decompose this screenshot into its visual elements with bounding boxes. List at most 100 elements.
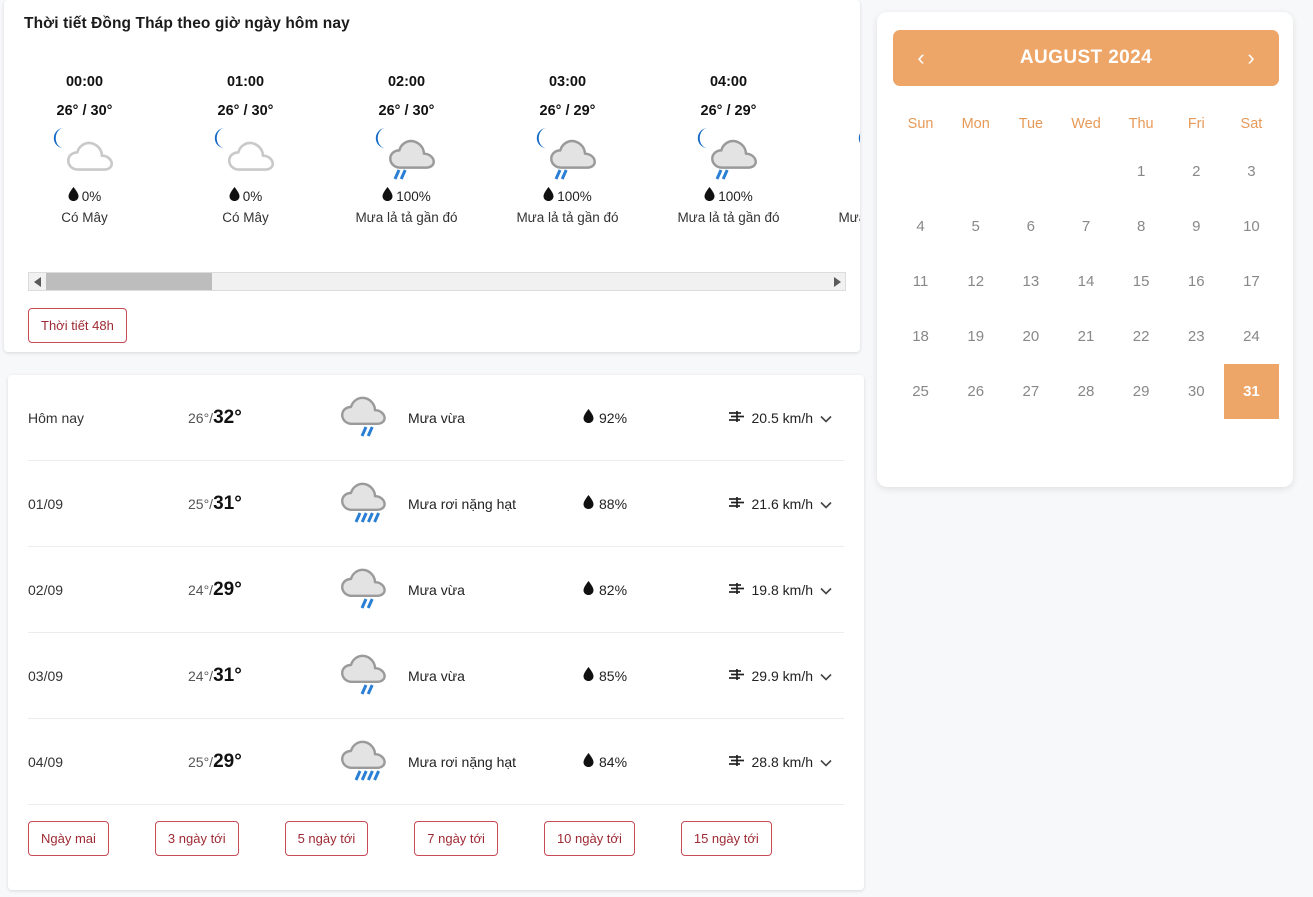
calendar-day[interactable]: 29	[1114, 364, 1169, 419]
calendar-day[interactable]: 16	[1169, 254, 1224, 309]
calendar-day[interactable]: 1	[1114, 144, 1169, 199]
daily-wind-value: 28.8 km/h	[751, 753, 813, 770]
calendar-day[interactable]: 4	[893, 199, 948, 254]
chevron-right-icon[interactable]: ›	[1239, 47, 1263, 69]
table-row[interactable]: 03/09 24°/31° Mưa vừa 85% 29.9 km/h	[28, 633, 844, 719]
daily-date: 01/09	[28, 495, 64, 512]
hourly-precip-value: 0%	[81, 188, 102, 204]
daily-condition: Mưa rơi nặng hạt	[338, 475, 583, 532]
hourly-scroll-viewport[interactable]: 00:00 26° / 30° 0% Có Mây 01:00 26° / 30° 0% Có…	[4, 72, 860, 252]
calendar-day-number: 21	[1077, 328, 1095, 345]
calendar-day[interactable]: 28	[1058, 364, 1113, 419]
hourly-precip-value: 100%	[718, 188, 753, 204]
calendar-day[interactable]: 7	[1058, 199, 1113, 254]
calendar-day[interactable]: 5	[948, 199, 1003, 254]
daily-condition: Mưa rơi nặng hạt	[338, 733, 583, 790]
cloud-rain-2-icon	[338, 647, 400, 704]
table-row[interactable]: 04/09 25°/29° Mưa rơi nặng hạt 84% 28.8 km/h	[28, 719, 844, 805]
table-row[interactable]: Hôm nay 26°/32° Mưa vừa 92% 20.5 km/h	[28, 375, 844, 461]
calendar-day[interactable]: 17	[1224, 254, 1279, 309]
calendar-day-number: 14	[1077, 273, 1095, 290]
forecast-range-button[interactable]: 7 ngày tới	[414, 821, 498, 856]
calendar-day[interactable]: 11	[893, 254, 948, 309]
calendar-day-number: 20	[1022, 328, 1040, 345]
daily-wind[interactable]: 29.9 km/h	[703, 668, 844, 684]
chevron-left-icon[interactable]: ‹	[909, 47, 933, 69]
calendar-day[interactable]: 25	[893, 364, 948, 419]
daily-humidity: 88%	[583, 495, 703, 512]
chevron-down-icon[interactable]	[820, 582, 832, 598]
daily-low: 25°/	[188, 495, 214, 512]
calendar-day[interactable]: 22	[1114, 309, 1169, 364]
calendar-week-row: 25 26 27 28 29 30 31	[893, 364, 1279, 419]
daily-high: 29°	[213, 578, 242, 600]
calendar-day[interactable]: 15	[1114, 254, 1169, 309]
calendar-day[interactable]: 19	[948, 309, 1003, 364]
calendar-day-selected[interactable]: 31	[1223, 364, 1279, 419]
moon-cloud-rain-icon	[648, 125, 809, 183]
daily-wind[interactable]: 21.6 km/h	[703, 496, 844, 512]
forecast-range-button[interactable]: 5 ngày tới	[284, 821, 369, 856]
hourly-time: 03:00	[548, 74, 587, 90]
calendar-day-number: 29	[1132, 383, 1150, 400]
chevron-down-icon[interactable]	[820, 496, 832, 512]
calendar-day[interactable]: 14	[1058, 254, 1113, 309]
calendar-day-number: 30	[1187, 383, 1205, 400]
water-drop-icon	[583, 495, 594, 512]
hourly-scrollbar[interactable]	[28, 272, 846, 291]
calendar-weekday-header: Sun Mon Tue Wed Thu Fri Sat	[893, 104, 1279, 144]
chevron-down-icon[interactable]	[820, 668, 832, 684]
scroll-right-arrow-icon[interactable]	[828, 273, 845, 290]
calendar-day-number: 4	[916, 218, 925, 235]
calendar-weeks: 1 2 3 4 5 6 7 8 9 10 11 12 13 14 15 16 17 18 19 20 21 22 23 24 2…	[893, 144, 1279, 419]
scroll-left-arrow-icon[interactable]	[29, 273, 46, 290]
calendar-weekday: Thu	[1128, 116, 1154, 132]
water-drop-icon	[382, 187, 393, 206]
chevron-down-icon[interactable]	[820, 754, 832, 770]
daily-wind[interactable]: 20.5 km/h	[703, 410, 844, 426]
calendar-day-number: 25	[912, 383, 929, 400]
calendar-day[interactable]: 6	[1003, 199, 1058, 254]
calendar-day[interactable]: 3	[1224, 144, 1279, 199]
calendar-day[interactable]: 21	[1058, 309, 1113, 364]
wind-icon	[728, 582, 745, 598]
calendar-day[interactable]: 10	[1224, 199, 1279, 254]
calendar-day[interactable]: 9	[1169, 199, 1224, 254]
daily-high: 31°	[213, 492, 242, 514]
hourly-temp: 26° / 29°	[539, 103, 596, 119]
daily-wind[interactable]: 28.8 km/h	[703, 754, 844, 770]
scrollbar-track[interactable]	[46, 273, 828, 290]
hourly-time: 02:00	[387, 74, 426, 90]
calendar-day[interactable]: 20	[1003, 309, 1058, 364]
forecast-range-buttons: Ngày mai 3 ngày tới 5 ngày tới 7 ngày tới 10…	[8, 805, 864, 856]
calendar-day[interactable]: 2	[1169, 144, 1224, 199]
calendar-day[interactable]: 23	[1169, 309, 1224, 364]
scrollbar-thumb[interactable]	[46, 273, 212, 290]
calendar-day[interactable]: 27	[1003, 364, 1058, 419]
hourly-temp: 26° / 29°	[700, 103, 757, 119]
forecast-range-button[interactable]: 15 ngày tới	[680, 821, 772, 856]
daily-humidity-value: 84%	[599, 753, 628, 770]
calendar-day[interactable]: 18	[893, 309, 948, 364]
daily-wind[interactable]: 19.8 km/h	[703, 582, 844, 598]
table-row[interactable]: 02/09 24°/29° Mưa vừa 82% 19.8 km/h	[28, 547, 844, 633]
calendar-day[interactable]: 13	[1003, 254, 1058, 309]
daily-humidity-value: 85%	[599, 667, 628, 684]
calendar-day[interactable]: 8	[1114, 199, 1169, 254]
forecast-range-button[interactable]: Ngày mai	[28, 821, 109, 856]
calendar-weekday: Mon	[961, 116, 990, 132]
hourly-precip: 100%	[648, 187, 809, 206]
daily-high: 32°	[213, 406, 242, 428]
table-row[interactable]: 01/09 25°/31° Mưa rơi nặng hạt 88% 21.6 km/h	[28, 461, 844, 547]
calendar-day[interactable]: 26	[948, 364, 1003, 419]
weather-48h-button[interactable]: Thời tiết 48h	[28, 308, 127, 343]
hourly-description: Có Mây	[222, 210, 269, 225]
calendar-day[interactable]: 30	[1169, 364, 1224, 419]
hourly-time: 00:00	[65, 74, 104, 90]
daily-condition-text: Mưa rơi nặng hạt	[408, 495, 517, 512]
forecast-range-button[interactable]: 10 ngày tới	[543, 821, 635, 856]
forecast-range-button[interactable]: 3 ngày tới	[154, 821, 239, 856]
calendar-day[interactable]: 12	[948, 254, 1003, 309]
chevron-down-icon[interactable]	[820, 410, 832, 426]
calendar-day[interactable]: 24	[1224, 309, 1279, 364]
